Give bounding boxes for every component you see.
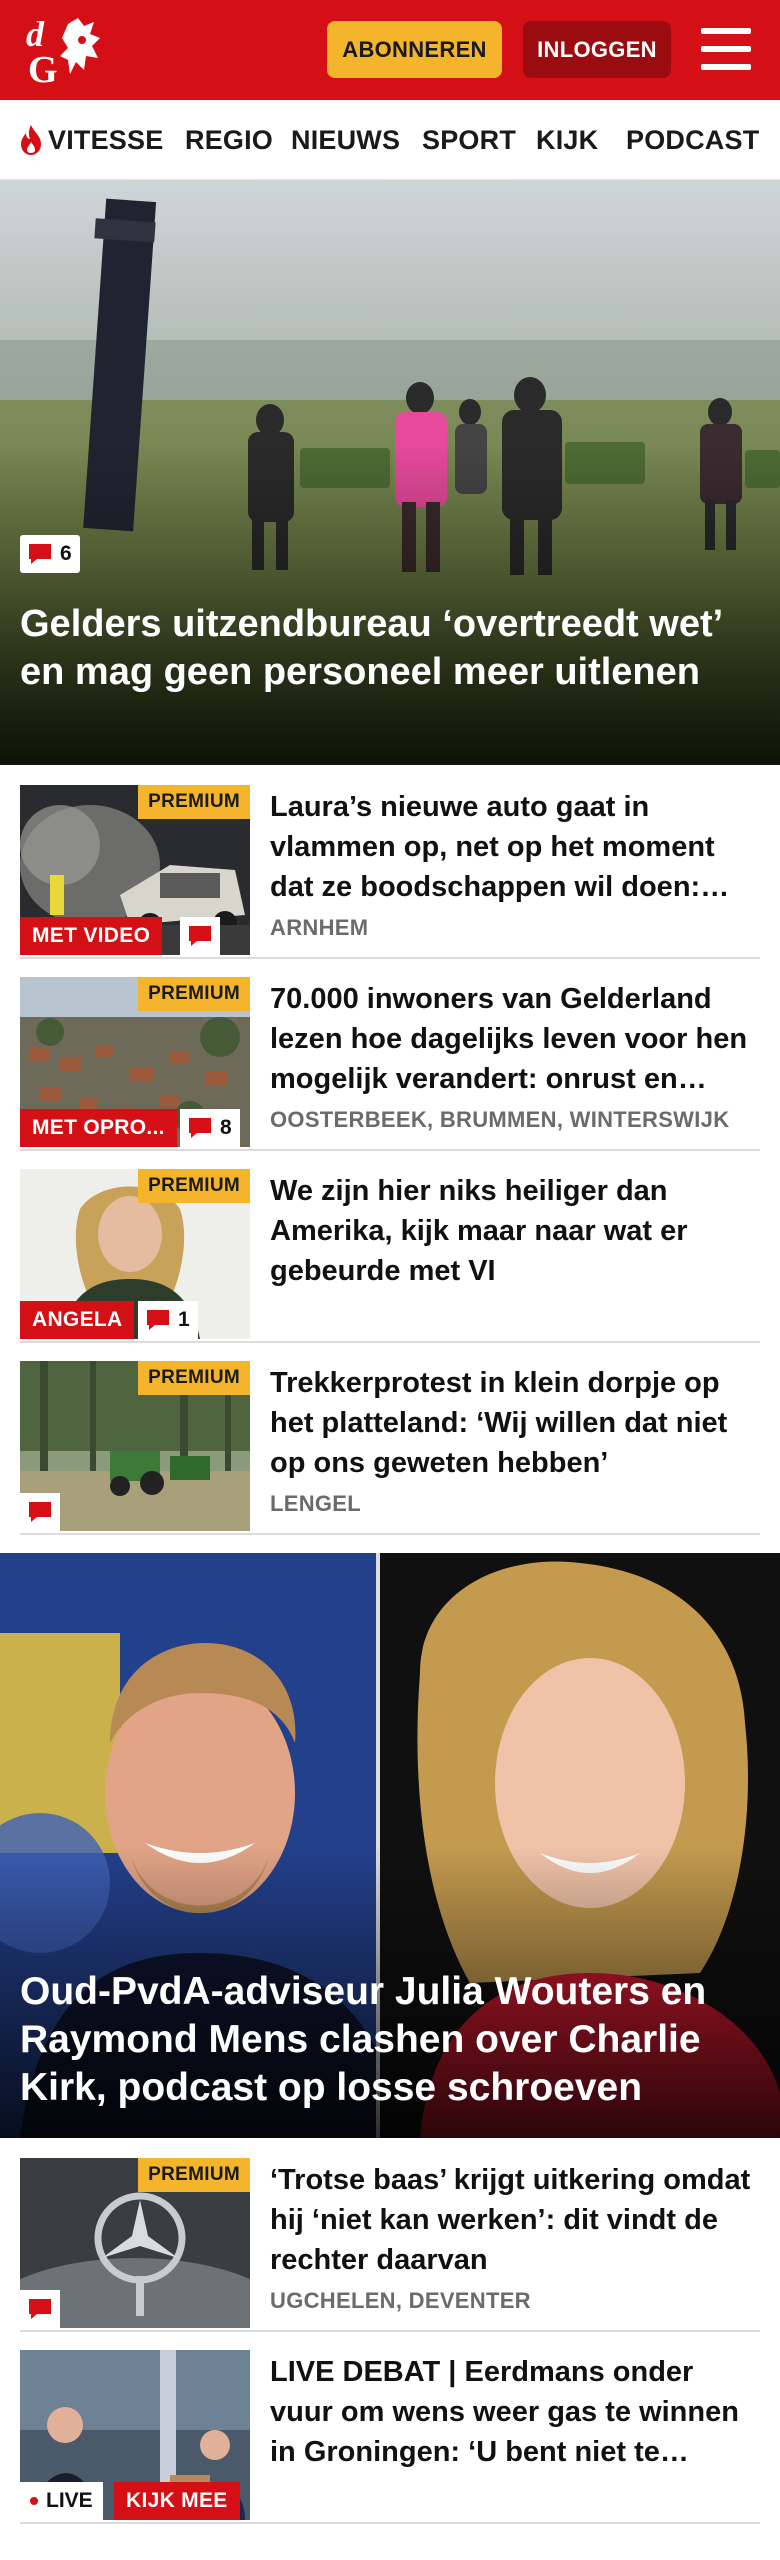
article-thumbnail[interactable]: PREMIUM [20, 2158, 250, 2328]
article-title[interactable]: 70.000 inwoners van Gelderland lezen hoe… [270, 979, 755, 1099]
premium-badge: PREMIUM [138, 785, 250, 819]
divider [20, 1533, 760, 1535]
comment-count-badge: 8 [180, 1109, 240, 1147]
top-bar: d G ABONNEREN INLOGGEN [0, 0, 780, 100]
site-logo[interactable]: d G [24, 12, 116, 91]
article-location: UGCHELEN, DEVENTER [270, 2288, 531, 2313]
article-thumbnail[interactable]: PREMIUM MET VIDEO [20, 785, 250, 955]
comment-count: 8 [220, 1116, 232, 1139]
feature-article[interactable]: Oud-PvdA-adviseur Julia Wouters en Raymo… [0, 1553, 780, 2138]
premium-badge: PREMIUM [138, 977, 250, 1011]
premium-badge: PREMIUM [138, 1169, 250, 1203]
nav-item-kijk[interactable]: KIJK [536, 100, 598, 180]
premium-badge: PREMIUM [138, 1361, 250, 1395]
comment-count-badge [20, 2290, 60, 2328]
comment-count-badge: 1 [138, 1301, 198, 1339]
main-nav: VITESSE REGIO NIEUWS SPORT KIJK PODCAST [0, 100, 780, 180]
hero-article[interactable]: 6 Gelders uitzendbureau ‘overtreedt wet’… [0, 180, 780, 765]
article-title[interactable]: Laura’s nieuwe auto gaat in vlammen op, … [270, 787, 755, 907]
comment-count-badge [20, 1493, 60, 1531]
article-title[interactable]: ‘Trotse baas’ krijgt uitkering omdat hij… [270, 2160, 755, 2280]
nav-item-podcast[interactable]: PODCAST [626, 100, 759, 180]
watch-live-button[interactable]: KIJK MEE [114, 2482, 240, 2520]
svg-text:G: G [28, 49, 58, 88]
comment-icon [29, 2299, 51, 2319]
article-title[interactable]: Trekkerprotest in klein dorpje op het pl… [270, 1363, 755, 1483]
comment-icon [189, 1118, 211, 1138]
comment-icon [189, 926, 211, 946]
nav-item-vitesse[interactable]: VITESSE [18, 100, 163, 180]
article-row[interactable]: PREMIUM ‘Trotse baas’ krijgt uitkering o… [0, 2138, 780, 2332]
nav-item-nieuws[interactable]: NIEUWS [291, 100, 400, 180]
comment-count-badge [180, 917, 220, 955]
svg-text:d: d [26, 14, 45, 54]
callout-label: MET OPRO... [20, 1109, 177, 1147]
comment-icon [147, 1310, 169, 1330]
article-row[interactable]: PREMIUM Trekkerprotest in klein dorpje o… [0, 1341, 780, 1535]
premium-badge: PREMIUM [138, 2158, 250, 2192]
subscribe-button[interactable]: ABONNEREN [327, 21, 502, 78]
nav-item-label: VITESSE [48, 124, 164, 155]
nav-item-sport[interactable]: SPORT [422, 100, 516, 180]
live-dot-icon [30, 2497, 38, 2505]
flame-icon [21, 125, 41, 155]
feature-title[interactable]: Oud-PvdA-adviseur Julia Wouters en Raymo… [20, 1968, 760, 2112]
live-label: LIVE [46, 2489, 93, 2512]
comment-icon [29, 544, 51, 564]
comment-count-badge: 6 [20, 535, 80, 573]
divider [20, 2522, 760, 2524]
article-row[interactable]: LIVE KIJK MEE LIVE DEBAT | Eerdmans onde… [0, 2330, 780, 2524]
article-thumbnail[interactable]: PREMIUM [20, 1361, 250, 1531]
article-row[interactable]: PREMIUM ANGELA 1 We zijn hier niks heili… [0, 1149, 780, 1343]
comment-count: 6 [60, 542, 72, 565]
article-title[interactable]: LIVE DEBAT | Eerdmans onder vuur om wens… [270, 2352, 755, 2472]
login-button[interactable]: INLOGGEN [523, 21, 671, 78]
article-row[interactable]: PREMIUM MET OPRO... 8 70.000 inwoners va… [0, 957, 780, 1151]
nav-item-regio[interactable]: REGIO [185, 100, 273, 180]
article-location: ARNHEM [270, 915, 369, 940]
comment-icon [29, 1502, 51, 1522]
article-location: OOSTERBEEK, BRUMMEN, WINTERSWIJK [270, 1107, 730, 1132]
article-location: LENGEL [270, 1491, 362, 1516]
article-thumbnail[interactable]: PREMIUM ANGELA 1 [20, 1169, 250, 1339]
video-label: MET VIDEO [20, 917, 163, 955]
article-title[interactable]: We zijn hier niks heiliger dan Amerika, … [270, 1171, 755, 1291]
comment-count: 1 [178, 1308, 190, 1331]
live-badge: LIVE [20, 2482, 103, 2520]
hero-title[interactable]: Gelders uitzendbureau ‘overtreedt wet’ e… [20, 600, 740, 696]
article-row[interactable]: PREMIUM MET VIDEO Laura’s nieuwe auto ga… [0, 765, 780, 959]
article-thumbnail[interactable]: LIVE KIJK MEE [20, 2350, 250, 2520]
menu-icon[interactable] [701, 26, 751, 72]
columnist-label: ANGELA [20, 1301, 135, 1339]
article-thumbnail[interactable]: PREMIUM MET OPRO... 8 [20, 977, 250, 1147]
